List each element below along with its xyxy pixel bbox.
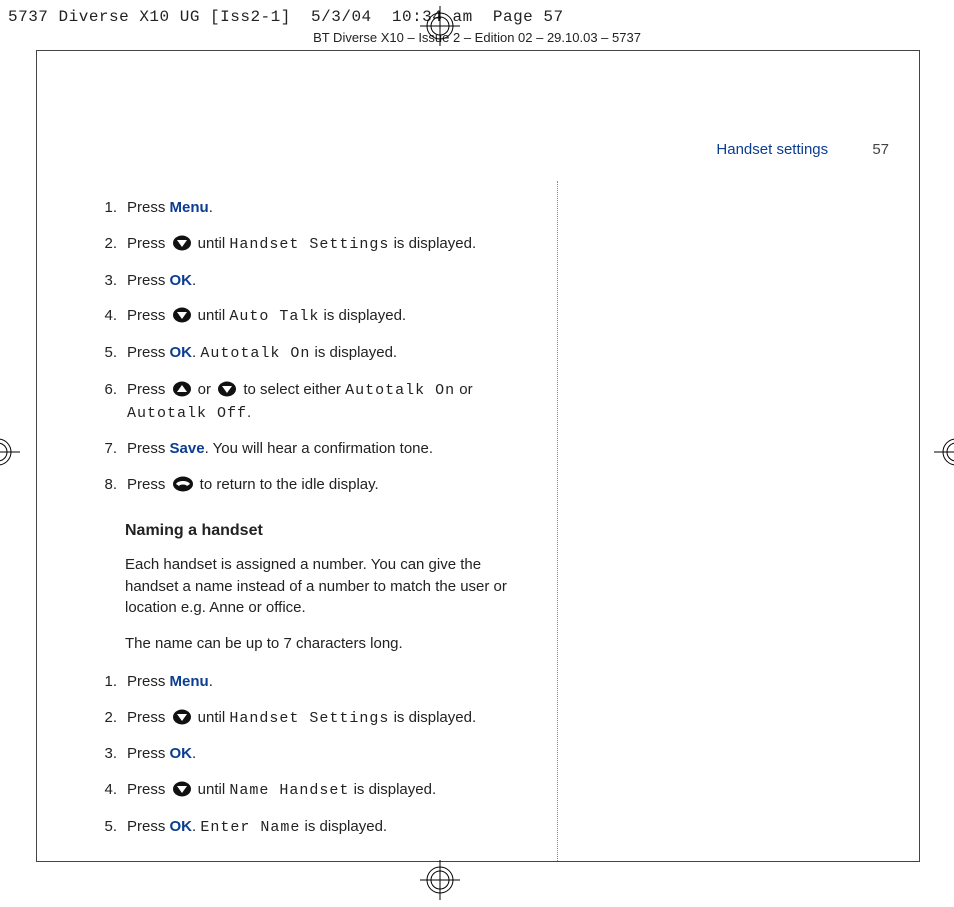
registration-mark-icon	[420, 860, 460, 900]
up-arrow-icon	[172, 381, 192, 397]
menu-keyword: Menu	[170, 199, 209, 216]
end-call-icon	[172, 476, 194, 492]
lcd-text: Auto Talk	[229, 308, 319, 325]
step-4: Press until Name Handset is displayed.	[121, 779, 537, 802]
ok-keyword: OK	[170, 272, 193, 289]
step-4: Press until Auto Talk is displayed.	[121, 305, 537, 328]
steps-autotalk: Press Menu. Press until Handset Settings…	[97, 197, 537, 496]
running-head-title: Handset settings	[716, 141, 828, 158]
ok-keyword: OK	[170, 344, 193, 361]
step-8: Press to return to the idle display.	[121, 474, 537, 496]
lcd-text: Autotalk Off	[127, 405, 247, 422]
ok-keyword: OK	[170, 745, 193, 762]
registration-mark-icon	[934, 430, 954, 474]
printers-header: 5737 Diverse X10 UG [Iss2-1] 5/3/04 10:3…	[8, 8, 564, 26]
lcd-text: Name Handset	[229, 782, 349, 799]
down-arrow-icon	[172, 235, 192, 251]
lcd-text: Autotalk On	[200, 345, 310, 362]
column-divider	[557, 181, 558, 861]
down-arrow-icon	[217, 381, 237, 397]
save-keyword: Save	[170, 440, 205, 457]
lcd-text: Enter Name	[200, 819, 300, 836]
page-frame: Handset settings 57 Press Menu. Press un…	[36, 50, 920, 862]
step-2: Press until Handset Settings is displaye…	[121, 707, 537, 730]
lcd-text: Handset Settings	[229, 710, 389, 727]
step-6: Press or to select either Autotalk On or…	[121, 379, 537, 425]
edition-line: BT Diverse X10 – Issue 2 – Edition 02 – …	[0, 30, 954, 45]
down-arrow-icon	[172, 781, 192, 797]
main-content: Press Menu. Press until Handset Settings…	[97, 181, 537, 853]
step-3: Press OK.	[121, 743, 537, 765]
step-5: Press OK. Autotalk On is displayed.	[121, 342, 537, 365]
steps-naming: Press Menu. Press until Handset Settings…	[97, 671, 537, 839]
lcd-text: Autotalk On	[345, 382, 455, 399]
step-2: Press until Handset Settings is displaye…	[121, 233, 537, 256]
registration-mark-icon	[420, 6, 460, 46]
step-5: Press OK. Enter Name is displayed.	[121, 816, 537, 839]
ok-keyword: OK	[170, 818, 193, 835]
step-3: Press OK.	[121, 270, 537, 292]
step-7: Press Save. You will hear a confirmation…	[121, 438, 537, 460]
running-head: Handset settings 57	[716, 141, 889, 158]
down-arrow-icon	[172, 307, 192, 323]
down-arrow-icon	[172, 709, 192, 725]
section-heading: Naming a handset	[125, 522, 537, 540]
lcd-text: Handset Settings	[229, 236, 389, 253]
step-1: Press Menu.	[121, 197, 537, 219]
menu-keyword: Menu	[170, 673, 209, 690]
paragraph: Each handset is assigned a number. You c…	[125, 554, 537, 619]
registration-mark-icon	[0, 430, 20, 474]
step-1: Press Menu.	[121, 671, 537, 693]
page-number: 57	[872, 141, 889, 158]
paragraph: The name can be up to 7 characters long.	[125, 633, 537, 655]
